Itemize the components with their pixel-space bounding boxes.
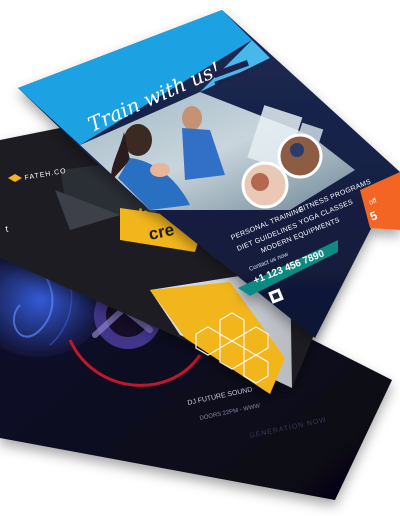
gym-photo-woman-head xyxy=(124,124,152,156)
gym-inset-photo-1-detail xyxy=(290,143,304,157)
gym-photo-man-head xyxy=(182,106,202,130)
flyer-mockup-scene: DJ FUTURE SOUND DOORS 22PM - WWW GENERAT… xyxy=(0,10,400,500)
gym-inset-photo-2-detail xyxy=(251,173,269,191)
gym-photo-woman-skin xyxy=(150,163,170,177)
